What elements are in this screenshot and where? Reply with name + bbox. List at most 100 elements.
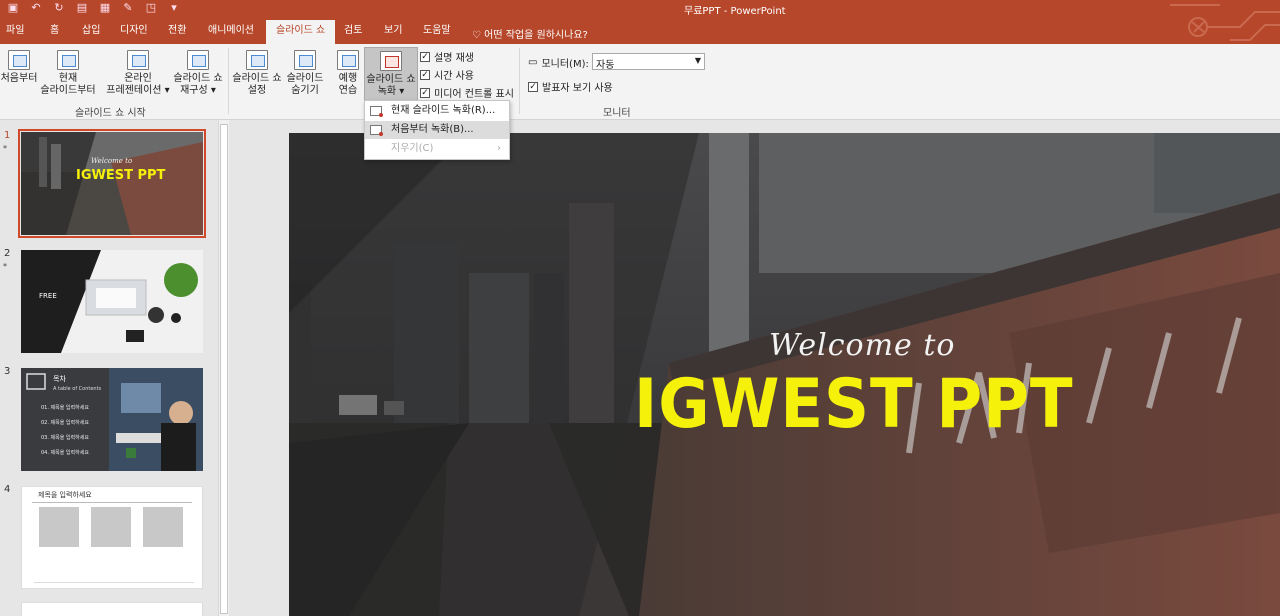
circuit-decoration-icon: [1170, 4, 1280, 41]
use-timings-label: 시간 사용: [434, 71, 474, 82]
show-media-controls-checkbox[interactable]: ✓ 미디어 컨트롤 표시: [420, 85, 514, 100]
tab-home[interactable]: 홈: [50, 23, 59, 44]
tab-view[interactable]: 보기: [384, 23, 402, 44]
slide-number: 4: [4, 484, 11, 495]
paint-icon[interactable]: ✎: [121, 1, 135, 15]
slide-number: 3: [4, 366, 11, 377]
scrollbar-thumb[interactable]: [220, 124, 228, 614]
tab-slideshow[interactable]: 슬라이드 쇼: [266, 20, 336, 44]
record-current-icon: [370, 106, 383, 117]
thumb-welcome-text: Welcome to: [91, 157, 133, 165]
animation-star-icon: *: [3, 262, 7, 271]
hide-slide-label-1: 슬라이드: [286, 73, 324, 84]
custom-slideshow-icon: [187, 50, 209, 70]
monitor-row: ▭ 모니터(M):: [528, 55, 589, 70]
menu-item-record-beginning[interactable]: 처음부터 녹화(B)...: [365, 121, 509, 139]
thumb-divider: [32, 502, 192, 503]
slide-welcome-text[interactable]: Welcome to: [769, 328, 955, 363]
thumb-title-text: IGWEST PPT: [76, 168, 166, 183]
thumb-free-text: FREE: [39, 292, 57, 300]
presenter-view-label: 발표자 보기 사용: [542, 83, 613, 94]
tell-me-text: 어떤 작업을 원하시나요?: [484, 30, 588, 41]
save-icon[interactable]: ▣: [6, 1, 20, 15]
slide-title-text[interactable]: IGWEST PPT: [634, 365, 1073, 444]
monitor-select-value: 자동: [596, 60, 615, 71]
menu-item-clear[interactable]: 지우기(C) ›: [365, 140, 509, 158]
main-slide[interactable]: Welcome to IGWEST PPT: [289, 133, 1280, 616]
present-online-label-2: 프레젠테이션 ▾: [106, 85, 170, 96]
present-online-button[interactable]: 온라인 프레젠테이션 ▾: [104, 50, 172, 97]
tab-animations[interactable]: 애니메이션: [208, 23, 254, 44]
checkbox-checked-icon: ✓: [420, 51, 430, 62]
custom-slideshow-button[interactable]: 슬라이드 쇼 재구성 ▾: [172, 50, 224, 97]
arrange-icon[interactable]: ▾: [167, 1, 181, 15]
monitor-select[interactable]: 자동 ▼: [592, 53, 705, 71]
hide-slide-label-2: 숨기기: [291, 85, 319, 96]
thumb-toc-row: 01. 제목을 입력하세요: [41, 405, 89, 411]
tab-insert[interactable]: 삽입: [82, 23, 100, 44]
menu-item-record-current[interactable]: 현재 슬라이드 녹화(R)...: [365, 102, 509, 120]
menu-item-label: 현재 슬라이드 녹화(R)...: [391, 105, 496, 116]
image-placeholder: [143, 507, 183, 547]
from-current-button[interactable]: 현재 슬라이드부터: [38, 50, 98, 97]
setup-slideshow-label-1: 슬라이드 쇼: [232, 73, 282, 84]
thumbnail-scrollbar[interactable]: [218, 120, 229, 616]
monitor-label: 모니터(M):: [541, 59, 589, 70]
group-label-monitor: 모니터: [603, 108, 631, 119]
present-online-icon: [127, 50, 149, 70]
redo-icon[interactable]: ↻: [52, 1, 66, 15]
play-narration-checkbox[interactable]: ✓ 설명 재생: [420, 49, 474, 64]
from-beginning-button[interactable]: 처음부터: [0, 50, 38, 85]
from-current-label-2: 슬라이드부터: [40, 85, 96, 96]
from-current-label-1: 현재: [58, 73, 78, 84]
slide-2-preview: [21, 250, 203, 353]
thumb-toc-row: 02. 제목을 입력하세요: [41, 420, 89, 426]
rehearse-timings-button[interactable]: 예행 연습: [334, 50, 362, 97]
thumb-toc-sub: A table of Contents: [53, 386, 102, 392]
slide-thumbnail-panel: 1 * Welcome to IGWEST PPT 2 * FREE 3 목차 …: [0, 120, 232, 616]
checkbox-checked-icon: ✓: [420, 69, 430, 80]
monitor-icon: ▭: [528, 57, 538, 68]
slide-thumbnail-3[interactable]: 목차 A table of Contents 01. 제목을 입력하세요 02.…: [21, 368, 203, 471]
stopwatch-icon: [337, 50, 359, 70]
tab-review[interactable]: 검토: [344, 23, 362, 44]
present-icon[interactable]: ▤: [75, 1, 89, 15]
use-timings-checkbox[interactable]: ✓ 시간 사용: [420, 67, 474, 82]
quick-access-toolbar: ▣ ↶ ↻ ▤ ▦ ✎ ◳ ▾: [6, 1, 181, 15]
hide-slide-button[interactable]: 슬라이드 숨기기: [284, 50, 326, 97]
setup-slideshow-button[interactable]: 슬라이드 쇼 설정: [232, 50, 282, 97]
slide-number: 1: [4, 130, 11, 141]
group-separator: [228, 48, 229, 114]
record-label-1: 슬라이드 쇼: [366, 74, 416, 85]
ribbon: 처음부터 현재 슬라이드부터 온라인 프레젠테이션 ▾ 슬라이드 쇼 재구성 ▾…: [0, 44, 1280, 120]
tab-file[interactable]: 파일: [6, 23, 24, 44]
undo-icon[interactable]: ↶: [29, 1, 43, 15]
rehearse-label-1: 예행: [338, 73, 358, 84]
record-beginning-icon: [370, 125, 383, 136]
chevron-down-icon: ▼: [694, 56, 701, 65]
slide-thumbnail-5[interactable]: [21, 602, 203, 616]
tab-help[interactable]: 도움말: [423, 23, 451, 44]
record-dropdown-menu: 현재 슬라이드 녹화(R)... 처음부터 녹화(B)... 지우기(C) ›: [364, 100, 510, 160]
tab-transitions[interactable]: 전환: [168, 23, 186, 44]
presenter-view-checkbox[interactable]: ✓ 발표자 보기 사용: [528, 79, 613, 94]
shape-icon[interactable]: ◳: [144, 1, 158, 15]
play-from-current-icon: [57, 50, 79, 70]
record-icon: [380, 51, 402, 71]
group-separator: [519, 48, 520, 114]
tell-me-box[interactable]: ♡ 어떤 작업을 원하시나요?: [472, 26, 588, 41]
layout-icon[interactable]: ▦: [98, 1, 112, 15]
image-placeholder: [39, 507, 79, 547]
record-label-2: 녹화 ▾: [377, 86, 405, 97]
slide-thumbnail-1[interactable]: Welcome to IGWEST PPT: [18, 129, 206, 238]
slide-thumbnail-4[interactable]: 제목을 입력하세요: [21, 486, 203, 589]
from-beginning-label: 처음부터: [0, 73, 38, 84]
present-online-label-1: 온라인: [124, 73, 152, 84]
slide-thumbnail-2[interactable]: FREE: [21, 250, 203, 353]
tab-design[interactable]: 디자인: [120, 23, 148, 44]
thumb-toc-row: 04. 제목을 입력하세요: [41, 450, 89, 456]
record-slideshow-button[interactable]: 슬라이드 쇼 녹화 ▾: [364, 47, 418, 101]
play-narration-label: 설명 재생: [434, 53, 474, 64]
menu-item-label: 지우기(C): [391, 143, 434, 154]
menu-item-label: 처음부터 녹화(B)...: [391, 124, 474, 135]
